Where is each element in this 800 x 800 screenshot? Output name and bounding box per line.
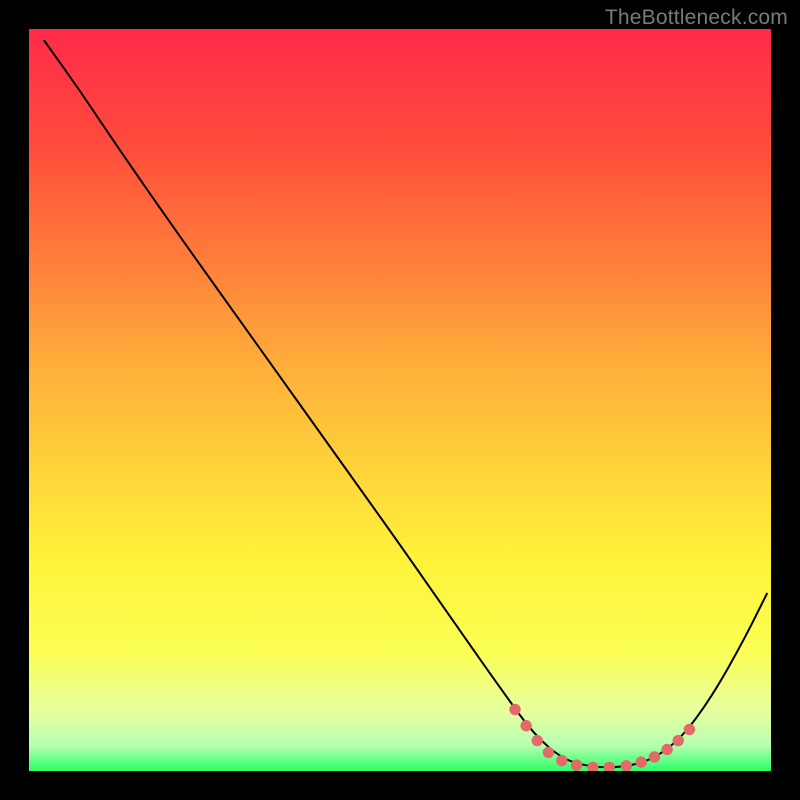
- optimal-marker: [635, 756, 646, 767]
- optimal-marker: [556, 755, 567, 766]
- optimal-marker: [571, 759, 582, 770]
- optimal-marker: [520, 720, 531, 731]
- optimal-marker: [543, 747, 554, 758]
- attribution-label: TheBottleneck.com: [605, 6, 788, 30]
- optimal-marker: [509, 704, 520, 715]
- chart-background: [29, 29, 771, 771]
- bottleneck-chart: [29, 29, 771, 771]
- optimal-marker: [684, 724, 695, 735]
- optimal-marker: [673, 735, 684, 746]
- optimal-marker: [649, 751, 660, 762]
- optimal-marker: [661, 744, 672, 755]
- optimal-marker: [532, 735, 543, 746]
- optimal-marker: [621, 760, 632, 771]
